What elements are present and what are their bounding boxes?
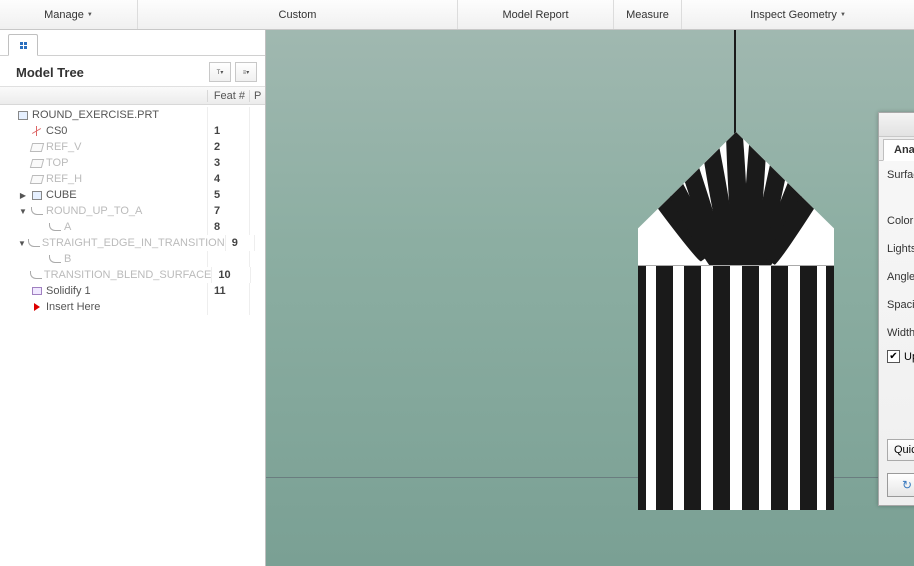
tree-row[interactable]: TOP 3: [0, 155, 265, 171]
tree-settings-button[interactable]: T▾: [209, 62, 231, 82]
tree-row[interactable]: TRANSITION_BLEND_SURFACE10: [0, 267, 265, 283]
part-icon: [18, 111, 28, 120]
tree-icon: [20, 42, 27, 49]
feat-number: 5: [207, 187, 249, 203]
feat-number: 1: [207, 123, 249, 139]
feat-number: 8: [207, 219, 249, 235]
tree-row[interactable]: Solidify 1 11: [0, 283, 265, 299]
tree-row[interactable]: A8: [0, 219, 265, 235]
tree-item-label: Solidify 1: [46, 285, 91, 297]
ribbon-measure[interactable]: Measure: [614, 0, 682, 29]
tree-item-label: TRANSITION_BLEND_SURFACE: [44, 269, 211, 281]
tree-item-label: STRAIGHT_EDGE_IN_TRANSITION: [42, 237, 225, 249]
tree-item-label: CUBE: [46, 189, 77, 201]
angle-label: Angle: [887, 271, 914, 283]
update-checkbox[interactable]: ✔: [887, 350, 900, 363]
tree-item-label: REF_H: [46, 173, 82, 185]
tree-row[interactable]: CS0 1: [0, 123, 265, 139]
ribbon: Manage▼ Custom Model Report Measure Insp…: [0, 0, 914, 30]
tree-item-label: A: [64, 221, 71, 233]
curve-icon: [49, 223, 61, 231]
tree-list: ROUND_EXERCISE.PRT CS01REF_V2TOP3REF_H4▶…: [0, 105, 265, 566]
tab-analysis[interactable]: Analysis: [883, 139, 914, 161]
tree-item-label: CS0: [46, 125, 67, 137]
repeat-button[interactable]: ↻: [887, 473, 914, 497]
feat-number: 2: [207, 139, 249, 155]
tree-row[interactable]: ▼ROUND_UP_TO_A7: [0, 203, 265, 219]
tree-display-button[interactable]: ≡▾: [235, 62, 257, 82]
color-label: Color: [887, 215, 914, 227]
model-body: [638, 266, 834, 510]
datum-plane-icon: [30, 175, 44, 184]
feat-number: 9: [225, 235, 255, 251]
feat-number: 7: [207, 203, 249, 219]
chevron-down-icon: ▼: [87, 12, 93, 18]
tree-item-label: TOP: [46, 157, 68, 169]
solidify-icon: [32, 287, 42, 295]
pole: [734, 30, 736, 136]
tree-row[interactable]: REF_V 2: [0, 139, 265, 155]
left-tabbar: [0, 30, 265, 56]
ribbon-custom[interactable]: Custom: [138, 0, 458, 29]
ribbon-model-report[interactable]: Model Report: [458, 0, 614, 29]
dialog-title: Reflection ✕: [879, 113, 914, 137]
tree-row[interactable]: B: [0, 251, 265, 267]
feat-number: 10: [211, 267, 250, 283]
csys-icon: [31, 125, 43, 137]
feat-number: 11: [207, 283, 249, 299]
viewport[interactable]: Reflection ✕ Analysis Surface Surf:F11(S…: [266, 30, 914, 566]
datum-plane-icon: [30, 159, 44, 168]
insert-here-icon: [34, 303, 40, 311]
tree-root[interactable]: ROUND_EXERCISE.PRT: [0, 107, 265, 123]
update-label: Update: [904, 351, 914, 363]
feature-icon: [32, 191, 42, 200]
feat-number: 4: [207, 171, 249, 187]
tree-item-label: Insert Here: [46, 301, 100, 313]
model-tree-panel: Model Tree T▾ ≡▾ Feat # P ROUND_EXERCISE…: [0, 30, 266, 566]
spacing-label: Spacing: [887, 299, 914, 311]
mode-dropdown[interactable]: Quick▼: [887, 439, 914, 461]
curve-icon: [49, 255, 61, 263]
tree-item-label: B: [64, 253, 71, 265]
model-tree-title: Model Tree: [16, 65, 84, 80]
reflection-dialog: Reflection ✕ Analysis Surface Surf:F11(S…: [878, 112, 914, 506]
tree-row[interactable]: ▼STRAIGHT_EDGE_IN_TRANSITION9: [0, 235, 265, 251]
ribbon-inspect-geometry[interactable]: Inspect Geometry▼: [682, 0, 914, 29]
feat-number: [207, 299, 249, 315]
datum-plane-icon: [30, 143, 44, 152]
surface-label: Surface: [887, 169, 914, 181]
tree-item-label: REF_V: [46, 141, 81, 153]
ribbon-manage[interactable]: Manage▼: [0, 0, 138, 29]
width-label: Width: [887, 327, 914, 339]
tree-item-label: ROUND_UP_TO_A: [46, 205, 142, 217]
tree-row[interactable]: Insert Here: [0, 299, 265, 315]
chevron-down-icon: ▼: [840, 12, 846, 18]
lights-label: Lights: [887, 243, 914, 255]
curve-icon: [31, 207, 43, 215]
model-roof: [638, 132, 834, 266]
feat-number: 3: [207, 155, 249, 171]
tree-row[interactable]: REF_H 4: [0, 171, 265, 187]
tree-row[interactable]: ▶CUBE5: [0, 187, 265, 203]
feat-number: [207, 251, 249, 267]
curve-icon: [28, 239, 40, 247]
tree-tab[interactable]: [8, 34, 38, 56]
column-header: Feat # P: [0, 87, 265, 105]
curve-icon: [30, 271, 42, 279]
